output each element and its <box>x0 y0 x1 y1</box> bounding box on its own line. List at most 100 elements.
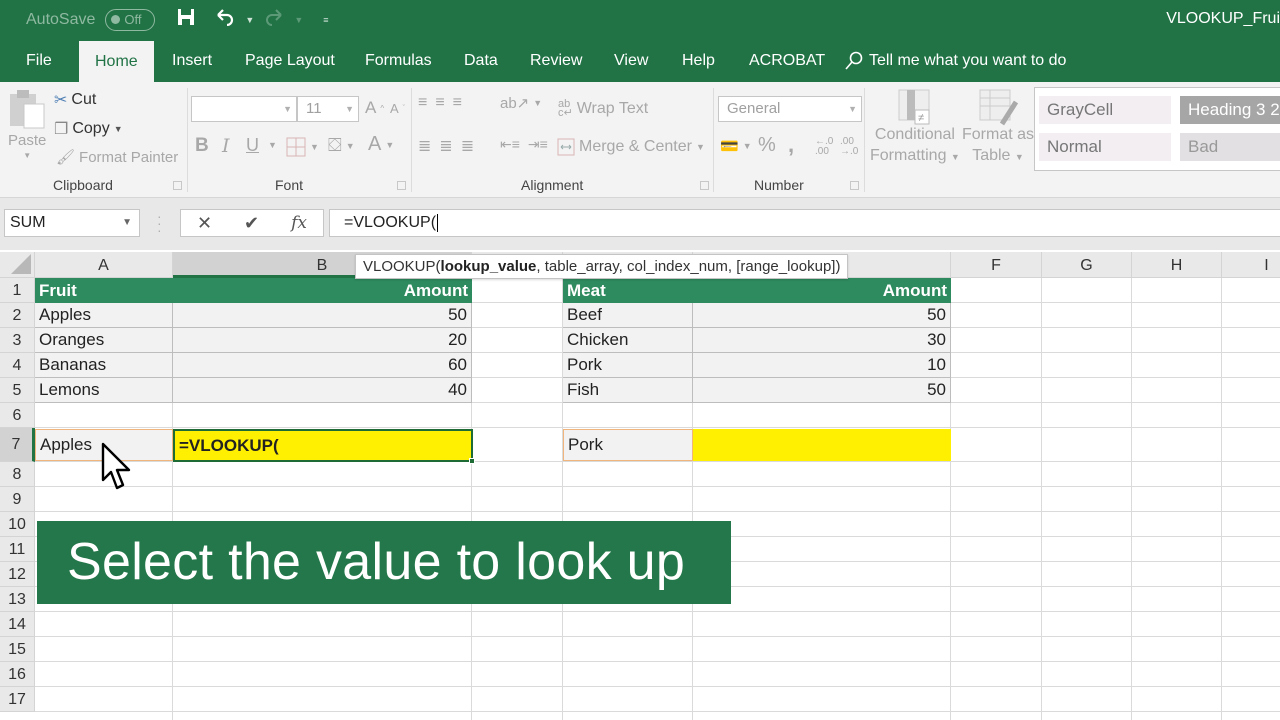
row-header-1[interactable]: 1 <box>0 278 35 303</box>
bold-button[interactable]: B <box>195 135 209 157</box>
fruit_table-name-cell[interactable]: Lemons <box>35 378 173 403</box>
format-painter-button[interactable]: 🖌 Format Painter <box>56 148 178 167</box>
resize-handle-icon[interactable]: · · · <box>157 209 162 237</box>
tooltip-function-name[interactable]: VLOOKUP( <box>363 258 441 275</box>
decrease-decimal-button[interactable]: .00 →.0 <box>840 137 862 157</box>
row-header-3[interactable]: 3 <box>0 328 35 353</box>
tooltip-remaining-arguments[interactable]: , table_array, col_index_num, [range_loo… <box>536 258 840 275</box>
fruit_table-amount-cell[interactable]: 60 <box>173 353 472 378</box>
tab-acrobat[interactable]: ACROBAT <box>749 40 825 82</box>
wrap-text-button[interactable]: ab c↵ Wrap Text <box>558 99 648 119</box>
fruit_table-amount-cell[interactable]: 40 <box>173 378 472 403</box>
column-header-a[interactable]: A <box>35 252 173 278</box>
decrease-font-size-button[interactable]: Aˇ <box>390 101 405 116</box>
increase-font-size-button[interactable]: A ^ <box>365 98 384 118</box>
row-header-13[interactable]: 13 <box>0 587 35 612</box>
save-icon[interactable] <box>177 8 195 31</box>
vertical-align-buttons[interactable]: ≡≡≡ <box>418 94 470 112</box>
style-bad[interactable]: Bad <box>1180 133 1280 161</box>
cut-button[interactable]: ✂ Cut <box>54 90 96 110</box>
underline-dropdown-icon[interactable]: ▼ <box>268 140 277 150</box>
tab-insert[interactable]: Insert <box>172 40 212 82</box>
row-header-16[interactable]: 16 <box>0 662 35 687</box>
fruit_table-name-cell[interactable]: Oranges <box>35 328 173 353</box>
meat-lookup-value-cell[interactable]: Pork <box>563 429 693 461</box>
row-header-8[interactable]: 8 <box>0 462 35 487</box>
row-header-11[interactable]: 11 <box>0 537 35 562</box>
font-name-combo[interactable]: ▼ <box>191 96 297 122</box>
meat_table-name-cell[interactable]: Pork <box>563 353 693 378</box>
meat_table-name-cell[interactable]: Fish <box>563 378 693 403</box>
meat_table-name-cell[interactable]: Beef <box>563 303 693 328</box>
row-header-5[interactable]: 5 <box>0 378 35 403</box>
conditional-formatting-button[interactable]: ≠ Conditional Formatting ▼ <box>870 88 960 168</box>
borders-button[interactable]: ▼ <box>286 137 319 157</box>
column-header-i[interactable]: I <box>1222 252 1280 278</box>
orientation-button[interactable]: ab↗ ▼ <box>500 94 542 112</box>
underline-button[interactable]: U <box>246 135 259 156</box>
fruit_table-name-cell[interactable]: Apples <box>35 303 173 328</box>
row-header-7[interactable]: 7 <box>0 428 35 462</box>
font-dialog-launcher[interactable] <box>397 181 406 190</box>
tab-page-layout[interactable]: Page Layout <box>245 40 335 82</box>
increase-decimal-button[interactable]: ←.0 .00 <box>815 137 837 157</box>
style-graycell[interactable]: GrayCell <box>1039 96 1171 124</box>
comma-style-button[interactable]: , <box>788 132 794 158</box>
paste-button[interactable]: Paste ▼ <box>8 88 46 160</box>
row-header-9[interactable]: 9 <box>0 487 35 512</box>
tab-view[interactable]: View <box>614 40 648 82</box>
fruit_table-amount-cell[interactable]: 20 <box>173 328 472 353</box>
percent-button[interactable]: % <box>758 134 776 157</box>
fill-color-button[interactable]: ⛋ ▼ <box>328 135 355 156</box>
fill-handle[interactable] <box>469 458 475 464</box>
active-formula-cell[interactable]: =VLOOKUP( <box>173 429 475 464</box>
meat_table-amount-cell[interactable]: 50 <box>693 303 951 328</box>
column-header-g[interactable]: G <box>1042 252 1132 278</box>
row-header-12[interactable]: 12 <box>0 562 35 587</box>
enter-icon[interactable]: ✔ <box>244 213 259 234</box>
tab-formulas[interactable]: Formulas <box>365 40 432 82</box>
tab-help[interactable]: Help <box>682 40 715 82</box>
tooltip-current-argument[interactable]: lookup_value <box>441 258 537 275</box>
font-size-combo[interactable]: 11 ▼ <box>297 96 359 122</box>
insert-function-icon[interactable]: fx <box>291 213 307 233</box>
row-header-14[interactable]: 14 <box>0 612 35 637</box>
undo-icon[interactable] <box>215 8 235 31</box>
number-format-combo[interactable]: General ▼ <box>718 96 862 122</box>
column-header-h[interactable]: H <box>1132 252 1222 278</box>
row-header-2[interactable]: 2 <box>0 303 35 328</box>
select-all-button[interactable] <box>0 252 35 278</box>
clipboard-dialog-launcher[interactable] <box>173 181 182 190</box>
tab-home[interactable]: Home <box>79 41 154 83</box>
tell-me-search[interactable]: Tell me what you want to do <box>845 40 1066 82</box>
meat-result-cell[interactable] <box>693 429 951 461</box>
redo-dropdown-icon[interactable]: ▼ <box>294 15 303 25</box>
alignment-dialog-launcher[interactable] <box>700 181 709 190</box>
fruit_table-name-cell[interactable]: Bananas <box>35 353 173 378</box>
fruit_table-amount-cell[interactable]: 50 <box>173 303 472 328</box>
autosave-toggle[interactable]: Off <box>105 8 156 31</box>
row-header-17[interactable]: 17 <box>0 687 35 712</box>
merge-center-button[interactable]: Merge & Center ▼ <box>557 138 705 156</box>
tab-review[interactable]: Review <box>530 40 582 82</box>
cancel-icon[interactable]: ✕ <box>197 213 212 234</box>
indent-buttons[interactable]: ⇤≡ ⇥≡ <box>500 136 548 153</box>
customize-qat-icon[interactable]: ≡ <box>323 15 328 25</box>
meat_table-amount-cell[interactable]: 30 <box>693 328 951 353</box>
name-box[interactable]: SUM ▼ <box>4 209 140 237</box>
style-heading-3-2[interactable]: Heading 3 2 <box>1180 96 1280 124</box>
meat_table-name-cell[interactable]: Chicken <box>563 328 693 353</box>
column-header-f[interactable]: F <box>951 252 1042 278</box>
tab-file[interactable]: File <box>26 40 52 82</box>
format-as-table-button[interactable]: Format as Table ▼ <box>962 88 1034 168</box>
horizontal-align-buttons[interactable]: ≣≣≣ <box>418 136 482 156</box>
font-color-button[interactable]: A ▼ <box>368 133 394 156</box>
tab-data[interactable]: Data <box>464 40 498 82</box>
meat-table-header[interactable]: Meat Amount <box>563 278 951 303</box>
meat_table-amount-cell[interactable]: 10 <box>693 353 951 378</box>
chevron-down-icon[interactable]: ▼ <box>122 210 132 236</box>
meat_table-amount-cell[interactable]: 50 <box>693 378 951 403</box>
row-header-6[interactable]: 6 <box>0 403 35 428</box>
number-dialog-launcher[interactable] <box>850 181 859 190</box>
row-header-10[interactable]: 10 <box>0 512 35 537</box>
